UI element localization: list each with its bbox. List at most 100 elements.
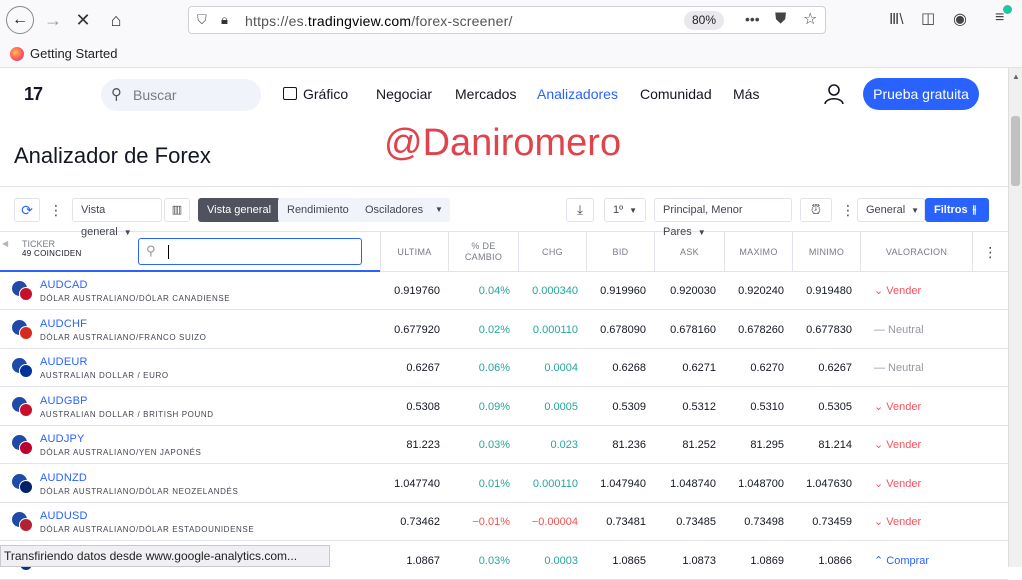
watermark: @Daniromero [384,122,622,164]
nav-mercados[interactable]: Mercados [455,86,516,102]
tab-osciladores[interactable]: Osciladores [356,198,433,222]
bookmark-star-icon[interactable]: ☆ [803,9,817,29]
columns-icon[interactable]: ▥ [164,198,190,222]
cell-chg: 0.000110 [532,477,578,490]
rating-badge: ⌄ Vender [874,400,922,413]
cell-bid: 0.919960 [600,285,646,297]
rating-badge: — Neutral [874,323,924,336]
search-placeholder: Buscar [133,87,177,103]
url-bar[interactable]: ⛉ 🔒︎ https://es.tradingview.com/forex-sc… [188,6,826,34]
cell-high: 0.73498 [744,516,784,528]
cell-bid: 1.0865 [612,554,646,567]
tradingview-logo[interactable]: 17 [24,84,43,105]
table-row[interactable]: AUDGBP AUSTRALIAN DOLLAR / BRITISH POUND 0… [0,388,1008,426]
account-icon[interactable]: ◉ [953,9,967,29]
col-valoracion[interactable]: VALORACION [860,232,972,272]
col-minimo[interactable]: MINIMO [792,232,860,272]
nav-comunidad[interactable]: Comunidad [640,86,712,102]
general-select[interactable]: General ▼ [857,198,925,222]
cell-ask: 0.73485 [676,516,716,528]
cell-bid: 1.047940 [600,477,646,490]
row-description: DÓLAR AUSTRALIANO/DÓLAR CANADIENSE [40,294,231,303]
zoom-level[interactable]: 80% [684,11,724,30]
url-text[interactable]: https://es.tradingview.com/forex-screene… [245,13,513,29]
stop-loading-icon[interactable]: ✕ [70,7,96,33]
col-maximo[interactable]: MAXIMO [724,232,792,272]
cell-bid: 0.5309 [612,400,646,413]
table-row[interactable]: AUDCAD DÓLAR AUSTRALIANO/DÓLAR CANADIENSE… [0,272,1008,310]
table-row[interactable]: AUDUSD DÓLAR AUSTRALIANO/DÓLAR ESTADOUNID… [0,503,1008,541]
currency-flag-icon [12,319,34,340]
row-symbol[interactable]: AUDJPY [40,433,85,445]
col-bid[interactable]: BID [586,232,654,272]
bookmark-getting-started[interactable]: Getting Started [10,46,117,61]
row-symbol[interactable]: AUDEUR [40,356,88,368]
pocket-icon[interactable]: ⛊ [775,10,786,27]
cell-last: 0.6267 [406,362,440,374]
alarm-clock-icon[interactable]: ⏰︎ [800,198,832,222]
shield-icon[interactable]: ⛉ [197,12,207,28]
library-icon[interactable]: Ⅲ\ [889,10,904,28]
user-icon[interactable] [824,83,844,105]
search-icon: ⚲ [146,243,156,258]
col-ultima[interactable]: ULTIMA [380,232,448,272]
scroll-thumb[interactable] [1011,116,1020,186]
row-symbol[interactable]: AUDGBP [40,395,88,407]
view-select[interactable]: Vista general ▼ [72,198,162,238]
cell-high: 0.6270 [750,362,784,374]
row-symbol[interactable]: AUDCHF [40,318,87,330]
page-scrollbar[interactable]: ▲ [1008,68,1022,567]
cell-ask: 81.252 [682,439,716,451]
interval-select[interactable]: 1º ▼ [604,198,646,222]
scroll-up-icon[interactable]: ▲ [1012,72,1020,81]
page-actions-icon[interactable]: ••• [745,11,760,27]
table-row[interactable]: AUDNZD DÓLAR AUSTRALIANO/DÓLAR NEOZELANDÉ… [0,465,1008,503]
table-row[interactable]: AUDEUR AUSTRALIAN DOLLAR / EURO 0.6267 0.06… [0,349,1008,387]
cell-low: 0.919480 [806,285,852,297]
browser-status-bar: Transfiriendo datos desde www.google-ana… [0,545,330,567]
cell-ask: 0.6271 [682,362,716,374]
match-count: 49 COINCIDEN [22,249,82,258]
row-symbol[interactable]: AUDCAD [40,279,88,291]
cell-low: 0.5305 [818,400,852,413]
refresh-icon[interactable]: ⟳ [14,198,40,222]
download-icon[interactable]: ⤓ [566,198,594,222]
nav-mas[interactable]: Más [733,86,759,102]
ticker-filter-input[interactable]: ⚲ [138,238,362,265]
more-options-icon[interactable]: ⋮ [44,198,68,222]
free-trial-button[interactable]: Prueba gratuita [863,78,979,110]
cell-pct: 0.02% [478,323,510,336]
search-input[interactable]: ⚲ Buscar [101,79,261,111]
cell-low: 0.677830 [806,323,852,336]
table-row[interactable]: AUDCHF DÓLAR AUSTRALIANO/FRANCO SUIZO 0.67… [0,311,1008,349]
filters-button[interactable]: Filtros ⫲ [925,198,989,222]
tabs-chevron-down-icon[interactable]: ▼ [428,198,450,222]
nav-analizadores[interactable]: Analizadores [537,86,618,102]
row-symbol[interactable]: AUDNZD [40,472,87,484]
lock-icon[interactable]: 🔒︎ [221,12,228,28]
currency-flag-icon [12,512,34,532]
table-row[interactable]: AUDJPY DÓLAR AUSTRALIANO/YEN JAPONÉS 81.22… [0,426,1008,464]
row-symbol[interactable]: AUDUSD [40,510,88,522]
tab-rendimiento[interactable]: Rendimiento [278,198,358,222]
cell-chg: 0.023 [550,439,578,451]
sort-arrow-icon[interactable]: ◀ [2,239,8,248]
cell-last: 1.047740 [394,477,440,490]
ticker-column-header[interactable]: TICKER [22,239,55,249]
sidebar-icon[interactable]: ◫ [921,9,935,27]
column-options-icon[interactable]: ⋮ [972,232,1008,272]
list-select[interactable]: Principal, Menor Pares ▼ [654,198,792,238]
forward-arrow-icon[interactable]: → [40,7,66,33]
back-arrow-icon[interactable]: ← [6,6,34,34]
cell-bid: 0.6268 [612,362,646,374]
nav-grafico[interactable]: Gráfico [283,86,348,102]
col-chg[interactable]: CHG [518,232,586,272]
cell-ask: 1.0873 [682,554,716,567]
col-ask[interactable]: ASK [654,232,724,272]
tab-vista-general[interactable]: Vista general [198,198,281,222]
col-pct-cambio[interactable]: % DE CAMBIO [448,232,518,272]
search-icon: ⚲ [111,86,122,103]
nav-negociar[interactable]: Negociar [376,86,432,102]
home-icon[interactable]: ⌂ [103,7,129,33]
row-description: DÓLAR AUSTRALIANO/DÓLAR NEOZELANDÉS [40,486,239,496]
